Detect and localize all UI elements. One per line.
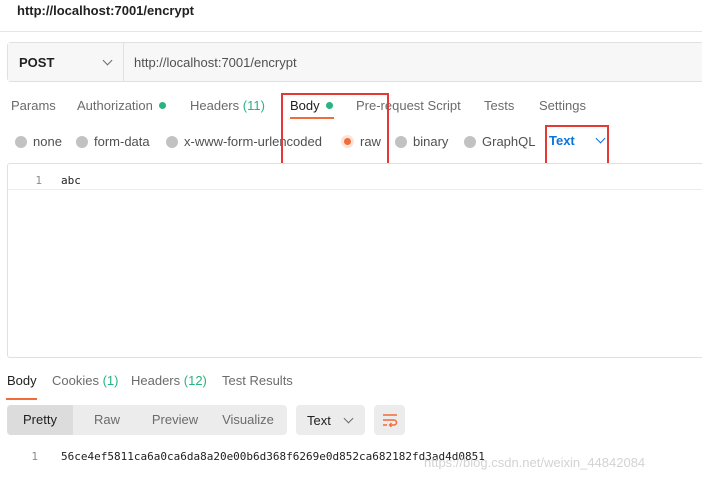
url-bar: POST bbox=[7, 42, 702, 82]
request-name: http://localhost:7001/encrypt bbox=[17, 3, 194, 18]
view-mode-visualize[interactable]: Visualize bbox=[209, 405, 287, 435]
tab-headers[interactable]: Headers (11) bbox=[190, 98, 265, 113]
response-tab-test-results[interactable]: Test Results bbox=[222, 373, 293, 388]
active-tab-indicator bbox=[290, 117, 334, 119]
request-tabs: Params Authorization Headers (11) Body P… bbox=[0, 92, 702, 120]
radio-none[interactable]: none bbox=[15, 134, 62, 149]
wrap-lines-icon bbox=[382, 414, 397, 427]
editor-line: 1 abc bbox=[8, 172, 702, 190]
request-title-bar: http://localhost:7001/encrypt bbox=[0, 0, 702, 32]
watermark: https://blog.csdn.net/weixin_44842084 bbox=[424, 455, 646, 470]
tab-label: Headers bbox=[131, 373, 181, 388]
status-dot-icon bbox=[158, 102, 166, 109]
tab-params[interactable]: Params bbox=[11, 98, 56, 113]
tab-label: Body bbox=[290, 98, 320, 113]
radio-circle bbox=[166, 135, 178, 148]
radio-label: form-data bbox=[94, 134, 150, 149]
radio-label: binary bbox=[413, 134, 449, 149]
response-tab-cookies[interactable]: Cookies (1) bbox=[52, 373, 118, 388]
tab-label: Headers bbox=[190, 98, 240, 113]
method-label: POST bbox=[19, 54, 55, 70]
tab-label: Params bbox=[11, 98, 56, 113]
chevron-down-icon bbox=[343, 413, 354, 423]
radio-x-www-form-urlencoded[interactable]: x-www-form-urlencoded bbox=[166, 134, 322, 149]
response-tab-body[interactable]: Body bbox=[7, 373, 37, 388]
radio-circle-selected bbox=[341, 135, 354, 148]
radio-label: raw bbox=[360, 134, 381, 149]
radio-circle bbox=[76, 135, 88, 148]
radio-circle bbox=[15, 135, 27, 148]
radio-form-data[interactable]: form-data bbox=[76, 134, 150, 149]
chevron-down-icon bbox=[102, 55, 113, 65]
url-input[interactable] bbox=[124, 43, 702, 81]
tab-pre-request-script[interactable]: Pre-request Script bbox=[356, 98, 461, 113]
radio-circle bbox=[464, 135, 476, 148]
method-select[interactable]: POST bbox=[8, 43, 124, 81]
radio-binary[interactable]: binary bbox=[395, 134, 448, 149]
view-mode-preview[interactable]: Preview bbox=[141, 405, 209, 435]
view-mode-raw[interactable]: Raw bbox=[73, 405, 141, 435]
response-format-select[interactable]: Text bbox=[296, 405, 365, 435]
request-body-editor[interactable]: 1 abc bbox=[7, 163, 702, 358]
tab-label: Body bbox=[7, 373, 37, 388]
chevron-down-icon bbox=[595, 133, 606, 144]
radio-label: x-www-form-urlencoded bbox=[184, 134, 322, 149]
raw-language-select[interactable]: Text bbox=[549, 133, 606, 148]
response-tab-headers[interactable]: Headers (12) bbox=[131, 373, 207, 388]
response-format-label: Text bbox=[307, 412, 331, 428]
tab-label: Cookies bbox=[52, 373, 99, 388]
wrap-lines-button[interactable] bbox=[374, 405, 405, 435]
body-type-options: none form-data x-www-form-urlencoded raw… bbox=[0, 128, 702, 156]
active-tab-indicator bbox=[6, 398, 37, 400]
tab-tests[interactable]: Tests bbox=[484, 98, 514, 113]
radio-circle bbox=[395, 135, 407, 148]
tab-body[interactable]: Body bbox=[290, 98, 333, 113]
radio-raw[interactable]: raw bbox=[341, 134, 381, 149]
tab-count: (11) bbox=[242, 98, 265, 113]
line-number: 1 bbox=[35, 174, 42, 187]
tab-label: Tests bbox=[484, 98, 515, 113]
response-text: 56ce4ef5811ca6a0ca6da8a20e00b6d368f6269e… bbox=[61, 450, 485, 463]
tab-label: Pre-request Script bbox=[356, 98, 461, 113]
view-mode-selector: Pretty Raw Preview Visualize bbox=[7, 405, 287, 435]
radio-label: none bbox=[33, 134, 62, 149]
tab-settings[interactable]: Settings bbox=[539, 98, 586, 113]
tab-label: Test Results bbox=[222, 373, 293, 388]
tab-label: Authorization bbox=[77, 98, 153, 113]
view-mode-pretty[interactable]: Pretty bbox=[7, 405, 73, 435]
tab-authorization[interactable]: Authorization bbox=[77, 98, 166, 113]
tab-label: Settings bbox=[539, 98, 586, 113]
radio-graphql[interactable]: GraphQL bbox=[464, 134, 535, 149]
tab-count: (1) bbox=[102, 373, 119, 388]
radio-label: GraphQL bbox=[482, 134, 536, 149]
editor-text: abc bbox=[61, 174, 81, 187]
response-tabs: Body Cookies (1) Headers (12) Test Resul… bbox=[0, 370, 702, 402]
status-dot-icon bbox=[325, 102, 333, 109]
tab-count: (12) bbox=[183, 373, 207, 388]
raw-language-label: Text bbox=[549, 133, 575, 148]
line-number: 1 bbox=[31, 450, 38, 463]
